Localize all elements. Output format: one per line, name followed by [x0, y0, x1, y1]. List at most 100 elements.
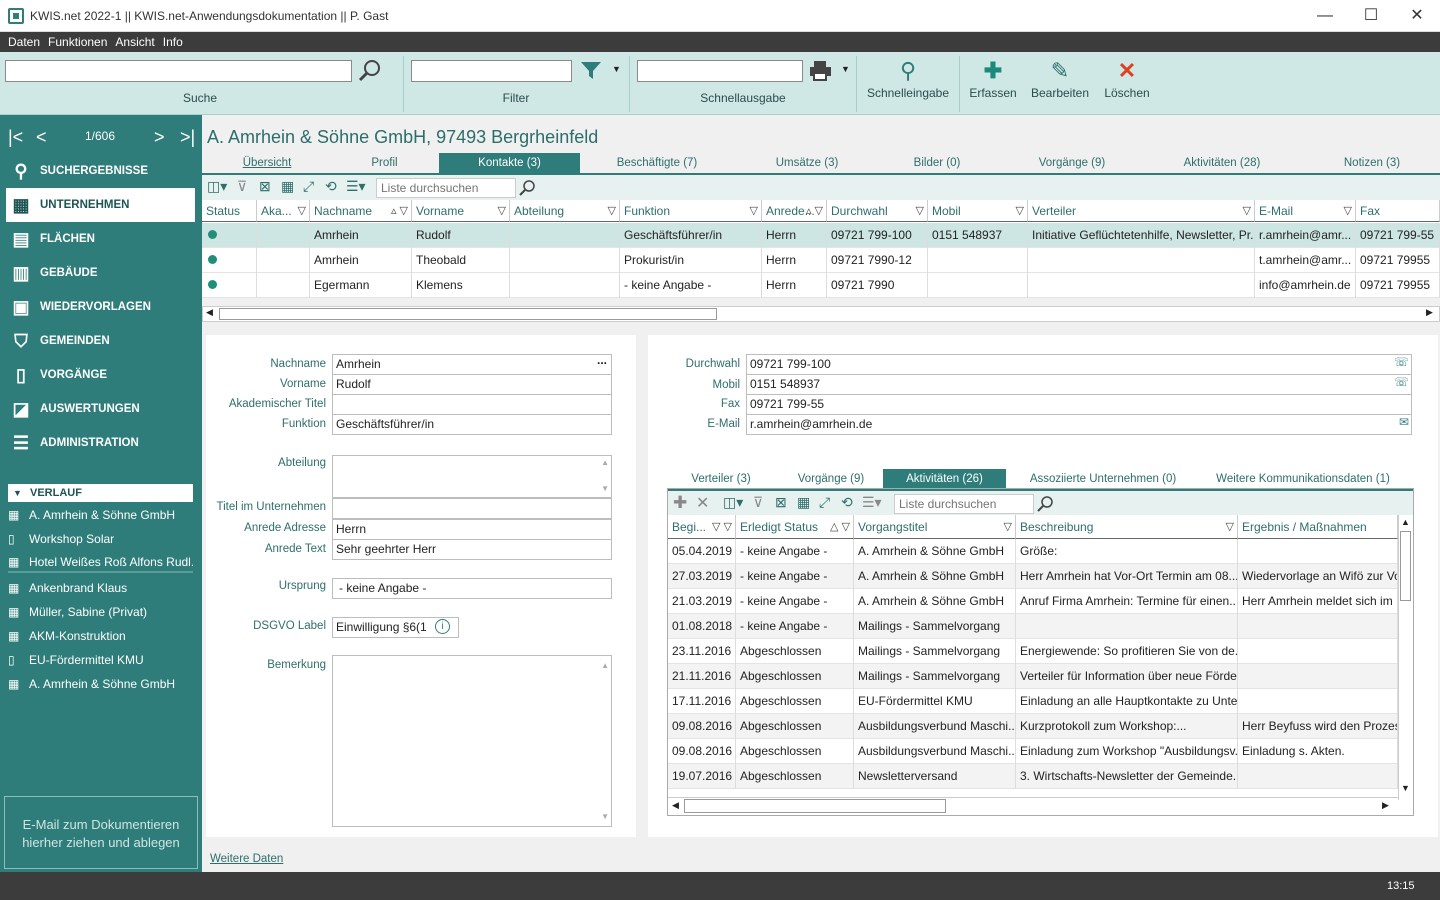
search-input[interactable]: [5, 60, 352, 82]
filter-icon[interactable]: △ ▽: [830, 515, 850, 538]
nav-flaechen[interactable]: ▤ FLÄCHEN: [0, 222, 202, 256]
filter-icon[interactable]: ▽: [608, 200, 616, 221]
tab-aktivitaeten[interactable]: Aktivitäten (28): [1167, 153, 1277, 173]
history-item[interactable]: ▦ Müller, Sabine (Privat): [8, 601, 193, 623]
dsgvo-field[interactable]: Einwilligung §6(1 i: [332, 617, 459, 638]
filter-icon[interactable]: ▽: [750, 200, 758, 221]
table-row[interactable]: 19.07.2016 Abgeschlossen Newsletterversand…: [668, 764, 1398, 789]
abteilung-field[interactable]: ▲ ▼: [332, 455, 612, 498]
titel-field[interactable]: [332, 394, 612, 415]
column-header-email[interactable]: E-Mail ▽: [1255, 200, 1356, 222]
columns-icon[interactable]: ◫▾: [207, 178, 227, 195]
table-row[interactable]: Egermann Klemens - keine Angabe - Herrn 0972…: [202, 273, 1440, 298]
maximize-button[interactable]: ☐: [1348, 0, 1394, 32]
menu-ansicht[interactable]: Ansicht: [111, 32, 158, 52]
tab-vorgaenge[interactable]: Vorgänge (9): [1017, 153, 1127, 173]
plus-icon[interactable]: ✚: [673, 493, 687, 513]
horizontal-scrollbar[interactable]: ◀ ▶: [668, 797, 1398, 815]
excel-icon[interactable]: ⊠: [775, 494, 787, 511]
menu-icon[interactable]: ☰▾: [862, 494, 882, 511]
filter-icon[interactable]: [580, 61, 604, 81]
search-icon[interactable]: [518, 179, 536, 197]
table-icon[interactable]: ▦: [797, 494, 810, 511]
search-icon[interactable]: [1036, 495, 1054, 513]
anrede-adresse-field[interactable]: Herrn: [332, 519, 612, 540]
tab-umsaetze[interactable]: Umsätze (3): [752, 153, 862, 173]
chevron-down-icon[interactable]: ▼: [612, 64, 621, 74]
scroll-arrows[interactable]: ▲ ▼: [601, 456, 609, 495]
chevron-down-icon[interactable]: ▼: [841, 64, 850, 74]
nachname-field[interactable]: Amrhein...: [332, 354, 612, 375]
more-button[interactable]: ...: [597, 355, 607, 370]
nav-gebaeude[interactable]: ▥ GEBÄUDE: [0, 256, 202, 290]
more-data-link[interactable]: Weitere Daten: [210, 853, 283, 865]
nav-unternehmen[interactable]: ▦ UNTERNEHMEN: [6, 188, 195, 222]
column-header-funktion[interactable]: Funktion ▽: [620, 200, 762, 222]
refresh-icon[interactable]: ⟲: [325, 178, 337, 195]
column-header-vorgangstitel[interactable]: Vorgangstitel ▽: [854, 515, 1016, 539]
durchwahl-field[interactable]: 09721 799-100 ☏: [746, 354, 1412, 375]
history-item[interactable]: ▦ AKM-Konstruktion: [8, 625, 193, 647]
table-row[interactable]: 27.03.2019- keine Angabe - A. Amrhein & S…: [668, 564, 1398, 589]
filter-icon[interactable]: ▽: [1243, 200, 1251, 221]
menu-daten[interactable]: Daten: [4, 32, 44, 52]
table-row[interactable]: 21.03.2019- keine Angabe - A. Amrhein & S…: [668, 589, 1398, 614]
history-item[interactable]: ▯ EU-Fördermittel KMU: [8, 649, 193, 671]
column-header-erledigt-status[interactable]: Erledigt Status △ ▽: [736, 515, 854, 539]
vertical-scrollbar[interactable]: ▲ ▼: [1398, 515, 1413, 800]
scroll-up-icon[interactable]: ▲: [601, 656, 609, 675]
menu-funktionen[interactable]: Funktionen: [44, 32, 111, 52]
column-header-anrede[interactable]: Anrede... ▵ ▽: [762, 200, 827, 222]
tab-verteiler[interactable]: Verteiler (3): [676, 469, 766, 489]
nav-suchergebnisse[interactable]: ⚲ SUCHERGEBNISSE: [0, 154, 202, 188]
nav-auswertungen[interactable]: ◪ AUSWERTUNGEN: [0, 392, 202, 426]
filter-icon[interactable]: ▽ ▽: [712, 515, 732, 538]
quick-output-input[interactable]: [637, 60, 803, 82]
nav-administration[interactable]: ☰ ADMINISTRATION: [0, 426, 202, 460]
history-item[interactable]: ▦ Ankenbrand Klaus: [8, 577, 193, 599]
scroll-left-icon[interactable]: ◀: [206, 307, 213, 318]
prev-record-button[interactable]: <: [36, 127, 56, 147]
next-record-button[interactable]: >: [154, 127, 174, 147]
tab-aktivitaeten[interactable]: Aktivitäten (26): [883, 469, 1006, 489]
column-header-nachname[interactable]: Nachname ▵ ▽: [310, 200, 412, 222]
column-header-mobil[interactable]: Mobil ▽: [928, 200, 1028, 222]
filter-icon[interactable]: ▽: [916, 200, 924, 221]
table-row[interactable]: 17.11.2016 Abgeschlossen EU-Fördermittel K…: [668, 689, 1398, 714]
table-icon[interactable]: ▦: [281, 178, 294, 195]
filter-icon[interactable]: ▵ ▽: [391, 200, 408, 221]
nav-wiedervorlagen[interactable]: ▣ WIEDERVORLAGEN: [0, 290, 202, 324]
mail-icon[interactable]: ✉: [1399, 415, 1409, 432]
history-item[interactable]: ▦ A. Amrhein & Söhne GmbH: [8, 673, 193, 695]
table-row[interactable]: Amrhein Theobald Prokurist/in Herrn 09721 79…: [202, 248, 1440, 273]
last-record-button[interactable]: >|: [180, 127, 202, 147]
table-row[interactable]: Amrhein Rudolf Geschäftsführer/in Herrn 0972…: [202, 223, 1440, 248]
nav-gemeinden[interactable]: ⛉ GEMEINDEN: [0, 324, 202, 358]
table-row[interactable]: 21.11.2016 Abgeschlossen Mailings - Sammel…: [668, 664, 1398, 689]
filter-icon[interactable]: ▽: [298, 200, 306, 221]
minimize-button[interactable]: —: [1302, 0, 1348, 32]
column-header-durchwahl[interactable]: Durchwahl ▽: [827, 200, 928, 222]
tab-kontakte[interactable]: Kontakte (3): [439, 153, 580, 173]
ursprung-field[interactable]: - keine Angabe -: [332, 578, 612, 599]
table-row[interactable]: 23.11.2016 Abgeschlossen Mailings - Sammel…: [668, 639, 1398, 664]
table-row[interactable]: 09.08.2016 Abgeschlossen Ausbildungsverbun…: [668, 739, 1398, 764]
scroll-down-icon[interactable]: ▼: [601, 807, 609, 826]
column-header-beschreibung[interactable]: Beschreibung ▽: [1016, 515, 1238, 539]
tab-notizen[interactable]: Notizen (3): [1322, 153, 1422, 173]
scroll-right-icon[interactable]: ▶: [1426, 307, 1433, 318]
scroll-thumb[interactable]: [219, 308, 717, 320]
filter-input[interactable]: [411, 60, 572, 82]
first-record-button[interactable]: |<: [8, 127, 28, 147]
scroll-left-icon[interactable]: ◀: [672, 800, 679, 811]
filter-icon[interactable]: ▵ ▽: [806, 200, 823, 221]
tab-bilder[interactable]: Bilder (0): [892, 153, 982, 173]
quick-entry-button[interactable]: ⚲ Schnelleingabe: [862, 56, 954, 112]
printer-icon[interactable]: [809, 60, 833, 82]
tab-weitere-kommunikation[interactable]: Weitere Kommunikationsdaten (1): [1208, 469, 1398, 489]
close-button[interactable]: ✕: [1394, 0, 1440, 32]
column-header-verteiler[interactable]: Verteiler ▽: [1028, 200, 1255, 222]
phone-call-icon[interactable]: ☏: [1394, 375, 1409, 392]
titel-unternehmen-field[interactable]: [332, 498, 612, 519]
verlauf-header[interactable]: ▼ VERLAUF: [8, 484, 193, 502]
